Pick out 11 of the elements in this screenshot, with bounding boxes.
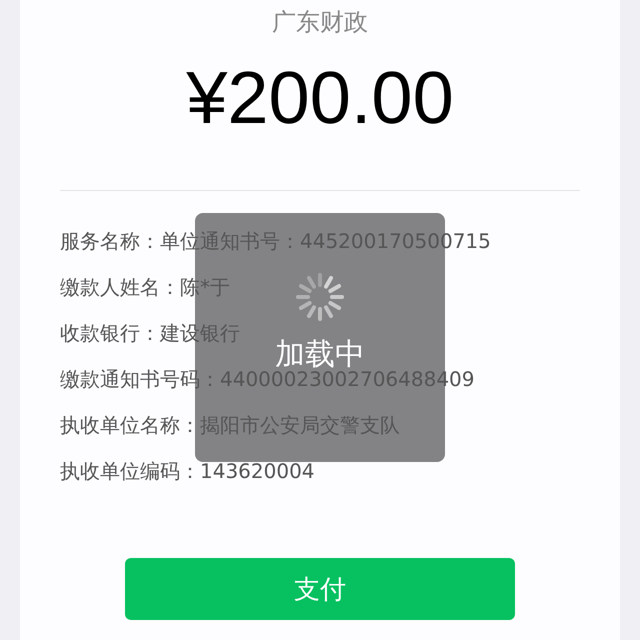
payee-name: 广东财政	[272, 7, 368, 38]
detail-label: 缴款人姓名：	[60, 274, 180, 301]
amount: ¥200.00	[186, 58, 454, 138]
loading-text: 加载中	[275, 339, 365, 371]
detail-label: 执收单位编码：	[60, 458, 200, 485]
detail-label: 服务名称：	[60, 228, 160, 255]
detail-label: 收款银行：	[60, 320, 160, 347]
detail-label: 执收单位名称：	[60, 412, 200, 439]
detail-value: 143620004	[200, 458, 315, 485]
pay-button[interactable]: 支付	[125, 558, 515, 620]
spinner-icon	[294, 271, 346, 323]
